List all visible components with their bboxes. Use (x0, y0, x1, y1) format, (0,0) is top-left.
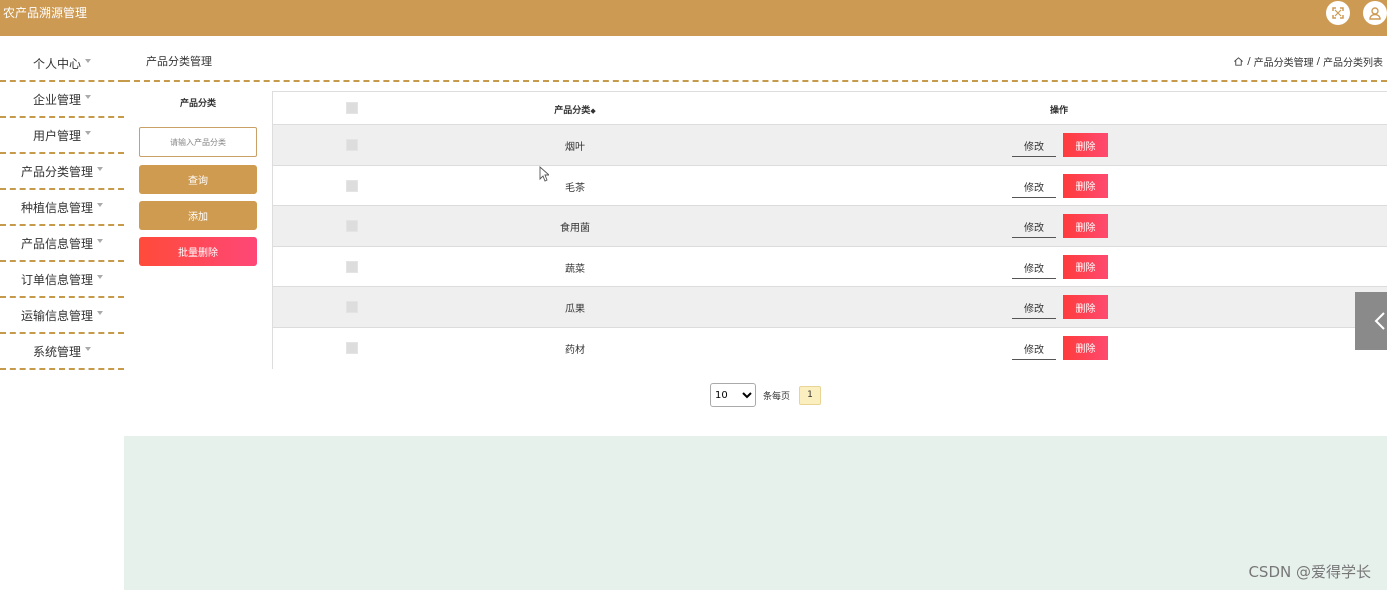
select-all-checkbox[interactable] (346, 102, 358, 114)
chevron-left-icon (1374, 312, 1385, 330)
bottom-panel: CSDN @爱得学长 (124, 436, 1387, 590)
breadcrumb-separator: / (1247, 56, 1251, 67)
collapse-panel-tab[interactable] (1355, 292, 1387, 350)
home-icon[interactable] (1233, 56, 1244, 67)
sidebar: 个人中心 企业管理 用户管理 产品分类管理 种植信息管理 产品信息管理 订单信息… (0, 46, 124, 370)
edit-button[interactable]: 修改 (1012, 176, 1056, 198)
column-header-label: 产品分类 (554, 106, 591, 116)
delete-button[interactable]: 删除 (1063, 133, 1108, 157)
add-button[interactable]: 添加 (139, 201, 257, 230)
edit-button[interactable]: 修改 (1012, 257, 1056, 279)
breadcrumb-item-category-management[interactable]: 产品分类管理 (1254, 54, 1314, 69)
row-category-name: 瓜果 (565, 304, 585, 316)
table-row: 药材 修改 删除 (273, 327, 1387, 369)
sidebar-item-users[interactable]: 用户管理 (0, 118, 124, 154)
mouse-cursor-icon (539, 166, 549, 182)
edit-button[interactable]: 修改 (1012, 135, 1056, 157)
sidebar-item-product-category[interactable]: 产品分类管理 (0, 154, 124, 190)
caret-down-icon (85, 347, 91, 351)
sidebar-item-transport-info[interactable]: 运输信息管理 (0, 298, 124, 334)
top-bar: 农产品溯源管理 (0, 0, 1387, 36)
delete-button[interactable]: 删除 (1063, 254, 1108, 279)
user-icon[interactable] (1363, 1, 1387, 25)
table-header: 产品分类◆ 操作 (273, 92, 1387, 125)
caret-down-icon (85, 95, 91, 99)
sidebar-item-enterprise[interactable]: 企业管理 (0, 82, 124, 118)
caret-down-icon (97, 167, 103, 171)
page-number-button[interactable]: 1 (799, 385, 822, 405)
row-category-name: 蔬菜 (565, 263, 585, 275)
row-checkbox[interactable] (346, 301, 358, 314)
query-button[interactable]: 查询 (139, 165, 257, 194)
sidebar-item-label: 订单信息管理 (20, 272, 93, 287)
delete-button[interactable]: 删除 (1063, 295, 1108, 320)
sidebar-item-label: 企业管理 (32, 92, 81, 107)
column-header-operations: 操作 (1049, 106, 1068, 116)
sidebar-item-label: 个人中心 (32, 56, 81, 71)
sort-icon[interactable]: ◆ (590, 107, 595, 115)
row-checkbox[interactable] (346, 179, 358, 192)
row-checkbox[interactable] (346, 139, 358, 151)
delete-button[interactable]: 删除 (1063, 214, 1108, 239)
sidebar-item-planting-info[interactable]: 种植信息管理 (0, 190, 124, 226)
table-row: 瓜果 修改 删除 (273, 287, 1387, 328)
sidebar-item-label: 种植信息管理 (20, 200, 93, 215)
breadcrumb: / 产品分类管理 / 产品分类列表 (1233, 54, 1383, 69)
watermark: CSDN @爱得学长 (1248, 563, 1371, 581)
breadcrumb-item-category-list: 产品分类列表 (1323, 58, 1383, 69)
caret-down-icon (97, 203, 103, 207)
app-title: 农产品溯源管理 (3, 6, 88, 20)
sidebar-item-label: 产品分类管理 (20, 164, 93, 179)
row-category-name: 药材 (565, 344, 585, 356)
page-size-select[interactable]: 10 (710, 383, 756, 407)
caret-down-icon (85, 59, 91, 63)
sidebar-item-system[interactable]: 系统管理 (0, 334, 124, 370)
content-header: 产品分类管理 / 产品分类管理 / 产品分类列表 (124, 36, 1387, 82)
edit-button[interactable]: 修改 (1012, 297, 1056, 320)
table-row: 食用菌 修改 删除 (273, 206, 1387, 247)
row-category-name: 毛茶 (565, 182, 585, 194)
sidebar-item-personal-center[interactable]: 个人中心 (0, 46, 124, 82)
sidebar-item-product-info[interactable]: 产品信息管理 (0, 226, 124, 262)
table-row: 蔬菜 修改 删除 (273, 246, 1387, 288)
per-page-label: 条每页 (763, 391, 791, 402)
row-checkbox[interactable] (346, 260, 358, 273)
sidebar-item-order-info[interactable]: 订单信息管理 (0, 262, 124, 298)
pagination: 10 条每页 1 (710, 383, 822, 407)
sidebar-item-label: 运输信息管理 (20, 308, 93, 323)
table-row: 烟叶 修改 删除 (273, 125, 1387, 166)
sidebar-item-label: 系统管理 (32, 344, 81, 359)
row-checkbox[interactable] (346, 341, 358, 354)
batch-delete-button[interactable]: 批量删除 (139, 237, 257, 266)
delete-button[interactable]: 删除 (1063, 335, 1108, 360)
fullscreen-icon[interactable] (1326, 1, 1350, 25)
caret-down-icon (97, 239, 103, 243)
caret-down-icon (97, 275, 103, 279)
row-checkbox[interactable] (346, 220, 358, 233)
edit-button[interactable]: 修改 (1012, 338, 1056, 360)
filter-panel: 产品分类 查询 添加 批量删除 (139, 96, 257, 266)
category-search-input[interactable] (139, 127, 257, 157)
edit-button[interactable]: 修改 (1012, 216, 1056, 239)
row-category-name: 烟叶 (565, 142, 585, 153)
sidebar-item-label: 产品信息管理 (20, 236, 93, 251)
caret-down-icon (85, 131, 91, 135)
filter-label: 产品分类 (179, 99, 216, 109)
category-table: 产品分类◆ 操作 烟叶 修改 删除 毛茶 修改 删除 食用菌 修改 删除 蔬菜 … (272, 91, 1387, 369)
table-row: 毛茶 修改 删除 (273, 165, 1387, 207)
sidebar-item-label: 用户管理 (32, 128, 81, 143)
delete-button[interactable]: 删除 (1063, 173, 1108, 198)
column-header-category[interactable]: 产品分类◆ (475, 103, 675, 116)
caret-down-icon (97, 311, 103, 315)
page-title: 产品分类管理 (146, 55, 212, 68)
breadcrumb-separator: / (1316, 56, 1320, 67)
row-category-name: 食用菌 (560, 223, 590, 235)
